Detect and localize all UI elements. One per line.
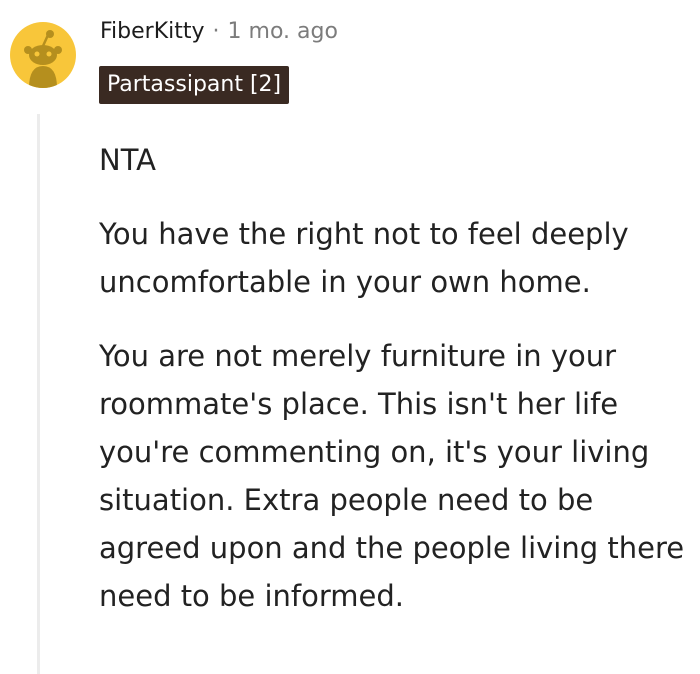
- comment-paragraph: You are not merely furniture in your roo…: [99, 339, 685, 613]
- snoo-avatar-icon: [24, 30, 62, 88]
- comment-body: NTA You have the right not to feel deepl…: [99, 136, 699, 620]
- thread-collapse-line[interactable]: [37, 114, 40, 674]
- comment-header: FiberKitty · 1 mo. ago: [100, 19, 338, 44]
- comment: FiberKitty · 1 mo. ago Partassipant [2] …: [0, 0, 700, 674]
- user-avatar[interactable]: [10, 22, 76, 88]
- comment-paragraph: NTA: [99, 143, 156, 177]
- meta-separator: ·: [212, 19, 220, 44]
- author-username[interactable]: FiberKitty: [100, 19, 205, 44]
- comment-paragraph: You have the right not to feel deeply un…: [99, 217, 629, 299]
- user-flair: Partassipant [2]: [99, 66, 290, 104]
- comment-timestamp[interactable]: 1 mo. ago: [228, 19, 338, 44]
